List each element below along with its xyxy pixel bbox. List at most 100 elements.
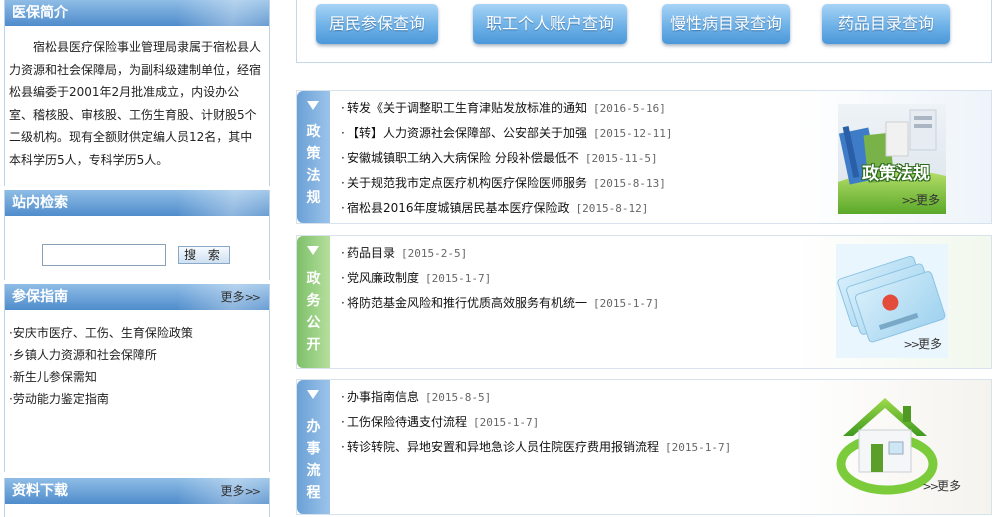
procedure-list: · 办事指南信息 [2015-8-5] · 工伤保险待遇支付流程 [2015-1-7] … (341, 385, 731, 460)
government-affairs-tab[interactable]: 政 务 公 开 (297, 236, 330, 368)
affairs-more-label: 更多 (917, 337, 942, 351)
tab-char: 程 (306, 485, 321, 501)
policy-more-link[interactable]: >>更多 (902, 193, 940, 208)
tab-char: 事 (306, 441, 321, 457)
tab-char: 规 (306, 190, 321, 206)
policy-link[interactable]: 安徽城镇职工纳入大病保险 分段补偿最低不 (347, 151, 579, 165)
list-item[interactable]: ·安庆市医疗、工伤、生育保险政策 (9, 322, 269, 344)
policy-link[interactable]: 【转】人力资源社会保障部、公安部关于加强 (347, 126, 587, 140)
guide-more-label: 更多 (220, 290, 245, 304)
list-item[interactable]: · 药品目录 [2015-2-5] (341, 241, 659, 266)
double-chevron-right-icon: >> (922, 480, 940, 493)
list-item[interactable]: · 【转】人力资源社会保障部、公安部关于加强 [2015-12-11] (341, 121, 673, 146)
policy-section: 政 策 法 规 · 转发《关于调整职工生育津贴发放标准的通知 [2016-5-16]… (296, 90, 992, 224)
drug-catalog-query-button[interactable]: 药品目录查询 (822, 4, 950, 44)
policy-link[interactable]: 关于规范我市定点医疗机构医疗保险医师服务 (347, 176, 587, 190)
procedure-link[interactable]: 工伤保险待遇支付流程 (347, 415, 467, 429)
search-button[interactable]: 搜 索 (178, 246, 230, 264)
download-title: 资料下载 (12, 483, 68, 499)
government-affairs-section: 政 务 公 开 · 药品目录 [2015-2-5] · 党风廉政制度 [2015-1-7… (296, 235, 992, 369)
download-more-label: 更多 (220, 484, 245, 498)
chronic-disease-query-button[interactable]: 慢性病目录查询 (662, 4, 790, 44)
tab-char: 流 (306, 463, 321, 479)
policy-tab[interactable]: 政 策 法 规 (297, 91, 330, 223)
guide-link[interactable]: 安庆市医疗、工伤、生育保险政策 (13, 326, 193, 340)
list-item[interactable]: ·新生儿参保需知 (9, 366, 269, 388)
list-item[interactable]: · 转发《关于调整职工生育津贴发放标准的通知 [2016-5-16] (341, 96, 673, 121)
guide-link[interactable]: 新生儿参保需知 (13, 370, 97, 384)
guide-title: 参保指南 (12, 289, 68, 305)
tab-char: 公 (306, 315, 321, 331)
query-bar: 居民参保查询 职工个人账户查询 慢性病目录查询 药品目录查询 (296, 0, 992, 63)
download-more-link[interactable]: 更多>> (220, 484, 262, 499)
procedure-link[interactable]: 转诊转院、异地安置和异地急诊人员住院医疗费用报销流程 (347, 440, 659, 454)
item-date: [2015-8-5] (425, 391, 492, 404)
house-image[interactable]: >>更多 (835, 386, 967, 500)
affairs-list: · 药品目录 [2015-2-5] · 党风廉政制度 [2015-1-7] · 将防范基金… (341, 241, 659, 316)
triangle-down-icon (307, 390, 319, 399)
resident-insurance-query-button[interactable]: 居民参保查询 (316, 4, 438, 44)
procedure-tab[interactable]: 办 事 流 程 (297, 380, 330, 514)
guide-header: 参保指南 更多>> (5, 284, 269, 310)
list-item[interactable]: ·劳动能力鉴定指南 (9, 388, 269, 410)
intro-text: 宿松县医疗保险事业管理局隶属于宿松县人力资源和社会保障局，为副科级建制单位，经宿… (9, 40, 262, 167)
search-header: 站内检索 (5, 190, 269, 216)
list-item[interactable]: · 宿松县2016年度城镇居民基本医疗保险政 [2015-8-12] (341, 196, 673, 221)
tab-char: 政 (306, 124, 321, 140)
employee-account-query-button[interactable]: 职工个人账户查询 (473, 4, 627, 44)
guide-list: ·安庆市医疗、工伤、生育保险政策 ·乡镇人力资源和社会保障所 ·新生儿参保需知 … (5, 310, 269, 410)
download-panel: 资料下载 更多>> (4, 478, 270, 517)
download-header: 资料下载 更多>> (5, 478, 269, 504)
item-date: [2015-8-13] (593, 177, 666, 190)
affairs-link[interactable]: 药品目录 (347, 246, 395, 260)
guide-link[interactable]: 劳动能力鉴定指南 (13, 392, 109, 406)
procedure-link[interactable]: 办事指南信息 (347, 390, 419, 404)
item-date: [2015-1-7] (425, 272, 492, 285)
item-date: [2015-1-7] (473, 416, 540, 429)
policy-image[interactable]: 政策法规 >>更多 (838, 104, 946, 214)
item-date: [2015-2-5] (401, 247, 468, 260)
procedure-more-label: 更多 (936, 479, 961, 493)
double-chevron-right-icon: >> (903, 338, 921, 351)
list-item[interactable]: ·乡镇人力资源和社会保障所 (9, 344, 269, 366)
social-security-card-image[interactable]: >>更多 (836, 244, 948, 358)
list-item[interactable]: · 安徽城镇职工纳入大病保险 分段补偿最低不 [2015-11-5] (341, 146, 673, 171)
procedure-more-link[interactable]: >>更多 (923, 479, 961, 494)
guide-link[interactable]: 乡镇人力资源和社会保障所 (13, 348, 157, 362)
affairs-link[interactable]: 将防范基金风险和推行优质高效服务有机统一 (347, 296, 587, 310)
intro-panel: 医保简介 宿松县医疗保险事业管理局隶属于宿松县人力资源和社会保障局，为副科级建制… (4, 0, 270, 186)
affairs-link[interactable]: 党风廉政制度 (347, 271, 419, 285)
policy-link[interactable]: 转发《关于调整职工生育津贴发放标准的通知 (347, 101, 587, 115)
affairs-more-link[interactable]: >>更多 (904, 337, 942, 352)
search-title: 站内检索 (12, 195, 68, 211)
search-input[interactable] (42, 244, 166, 266)
header-decoration (179, 0, 269, 26)
tab-char: 策 (306, 146, 321, 162)
item-date: [2015-11-5] (584, 152, 658, 165)
left-sidebar: 医保简介 宿松县医疗保险事业管理局隶属于宿松县人力资源和社会保障局，为副科级建制… (0, 0, 271, 517)
policy-image-label: 政策法规 (862, 164, 930, 184)
policy-link[interactable]: 宿松县2016年度城镇居民基本医疗保险政 (347, 201, 570, 215)
list-item[interactable]: · 党风廉政制度 [2015-1-7] (341, 266, 659, 291)
triangle-down-icon (307, 246, 319, 255)
guide-panel: 参保指南 更多>> ·安庆市医疗、工伤、生育保险政策 ·乡镇人力资源和社会保障所… (4, 284, 270, 472)
double-chevron-right-icon: >> (244, 291, 262, 304)
item-date: [2015-12-11] (593, 127, 673, 140)
intro-title: 医保简介 (12, 5, 68, 21)
list-item[interactable]: · 工伤保险待遇支付流程 [2015-1-7] (341, 410, 731, 435)
tab-char: 务 (306, 293, 321, 309)
list-item[interactable]: · 关于规范我市定点医疗机构医疗保险医师服务 [2015-8-13] (341, 171, 673, 196)
item-date: [2015-8-12] (575, 202, 649, 215)
double-chevron-right-icon: >> (901, 194, 919, 207)
list-item[interactable]: · 办事指南信息 [2015-8-5] (341, 385, 731, 410)
item-date: [2015-1-7] (665, 441, 732, 454)
tab-char: 政 (306, 271, 321, 287)
list-item[interactable]: · 转诊转院、异地安置和异地急诊人员住院医疗费用报销流程 [2015-1-7] (341, 435, 731, 460)
guide-more-link[interactable]: 更多>> (220, 290, 262, 305)
item-date: [2016-5-16] (593, 102, 666, 115)
item-date: [2015-1-7] (593, 297, 660, 310)
page: 医保简介 宿松县医疗保险事业管理局隶属于宿松县人力资源和社会保障局，为副科级建制… (0, 0, 992, 517)
list-item[interactable]: · 将防范基金风险和推行优质高效服务有机统一 [2015-1-7] (341, 291, 659, 316)
tab-char: 法 (306, 168, 321, 184)
double-chevron-right-icon: >> (244, 485, 262, 498)
